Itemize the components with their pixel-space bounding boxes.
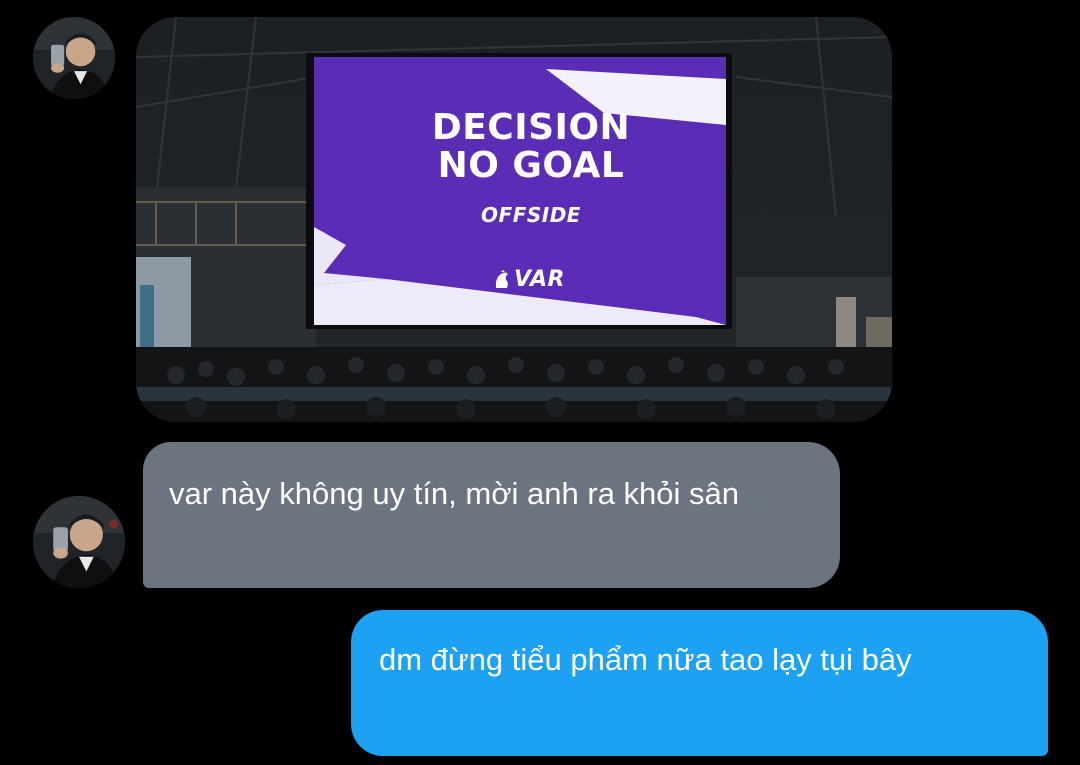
var-screen-subtitle: OFFSIDE (481, 203, 581, 227)
var-screen-title: DECISION NO GOAL (381, 109, 681, 185)
sent-message-bubble[interactable]: dm đừng tiểu phẩm nữa tao lạy tụi bây (351, 610, 1048, 756)
image-message[interactable]: DECISION NO GOAL OFFSIDE VAR (136, 17, 892, 422)
contact-avatar[interactable] (33, 17, 115, 99)
message-text: var này không uy tín, mời anh ra khỏi sâ… (169, 476, 740, 511)
title-line-1: DECISION (431, 107, 631, 148)
var-logo-text: VAR (514, 267, 565, 292)
lion-logo-icon (495, 270, 508, 288)
chat-screen: DECISION NO GOAL OFFSIDE VAR var này khô (0, 0, 1080, 765)
avatar-image (33, 17, 115, 99)
received-message-bubble[interactable]: var này không uy tín, mời anh ra khỏi sâ… (143, 442, 840, 588)
avatar-image (33, 496, 125, 588)
message-text: dm đừng tiểu phẩm nữa tao lạy tụi bây (379, 642, 912, 677)
contact-avatar[interactable] (33, 496, 125, 588)
var-logo: VAR (481, 267, 577, 293)
title-line-2: NO GOAL (437, 145, 625, 186)
